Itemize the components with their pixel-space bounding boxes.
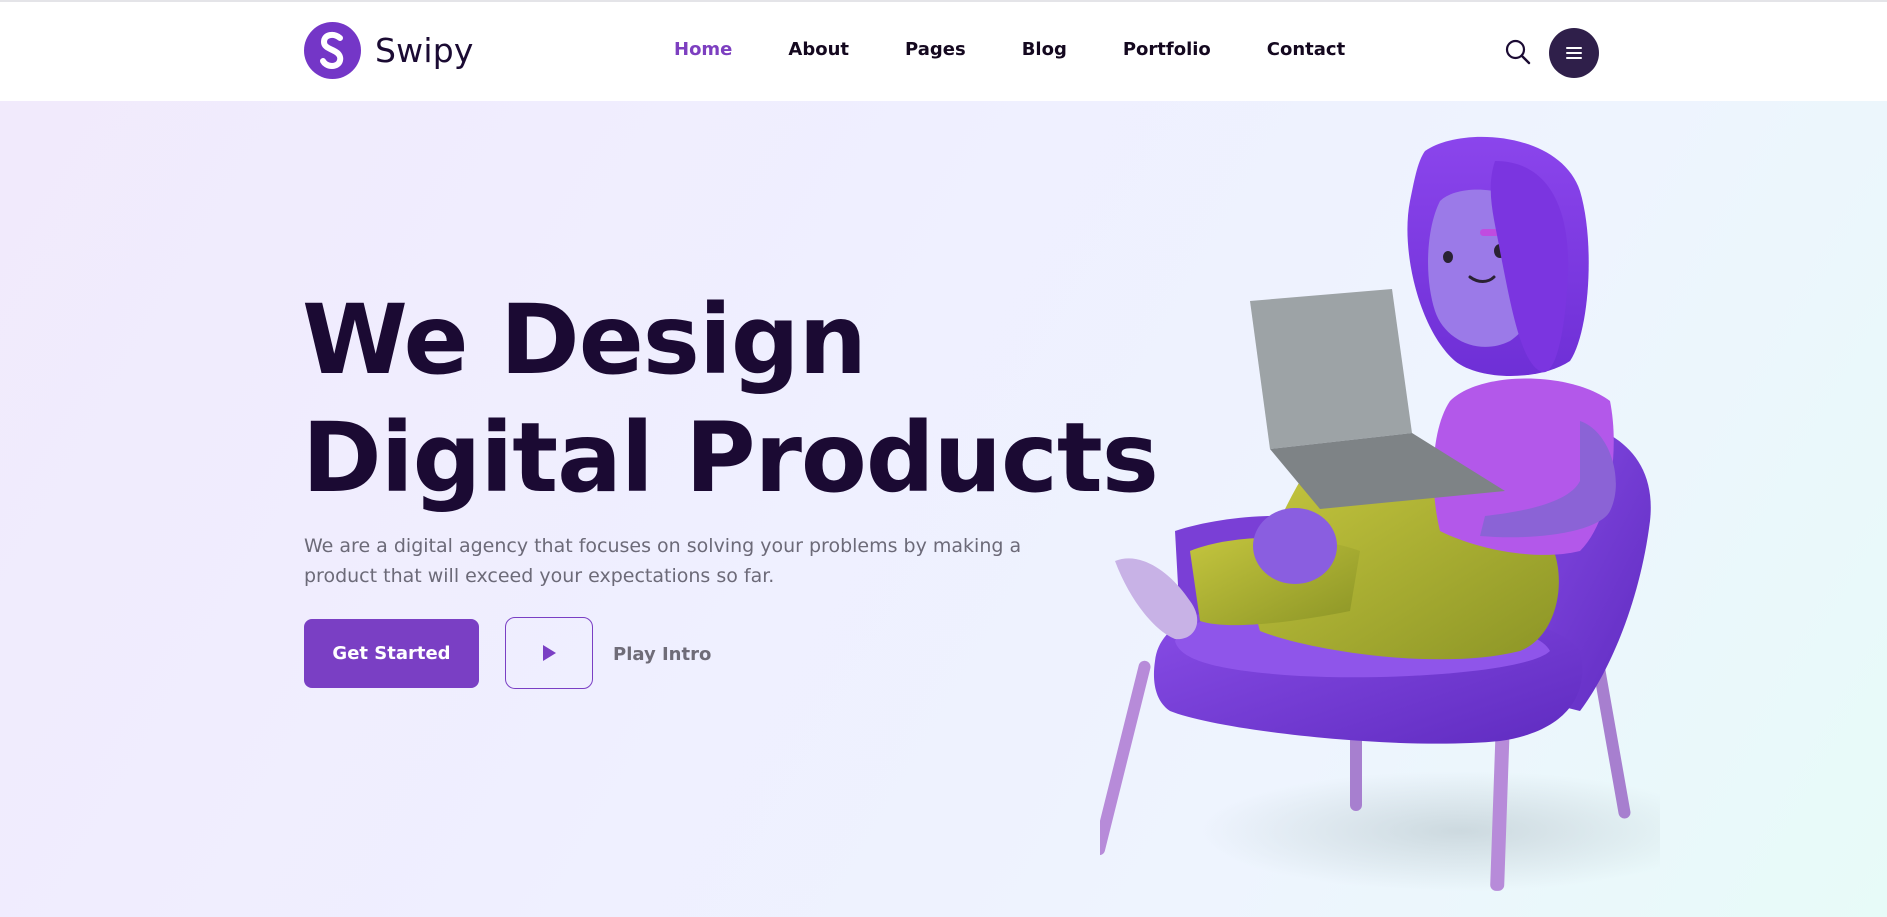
play-intro-label[interactable]: Play Intro <box>613 644 711 665</box>
brand-name: Swipy <box>375 31 474 70</box>
brand-logo[interactable]: Swipy <box>304 22 474 79</box>
play-intro-button[interactable] <box>505 617 593 689</box>
site-header: Swipy Home About Pages Blog Portfolio Co… <box>0 2 1887 101</box>
nav-item-pages[interactable]: Pages <box>905 39 966 60</box>
3d-girl-with-laptop-illustration <box>1093 131 1720 917</box>
search-icon[interactable] <box>1504 38 1532 66</box>
hero-title-line-2: Digital Products <box>302 402 1159 514</box>
hero-description: We are a digital agency that focuses on … <box>304 535 1022 587</box>
main-nav: Home About Pages Blog Portfolio Contact <box>674 39 1401 60</box>
hero-section: We Design Digital Products We are a digi… <box>0 101 1887 917</box>
play-icon <box>543 645 556 661</box>
hamburger-menu-icon <box>1566 47 1582 59</box>
swipy-s-logo-icon <box>304 22 361 79</box>
hero-title-line-1: We Design <box>302 284 867 396</box>
nav-item-home[interactable]: Home <box>674 39 732 60</box>
get-started-button[interactable]: Get Started <box>304 619 479 688</box>
nav-item-blog[interactable]: Blog <box>1022 39 1067 60</box>
menu-button[interactable] <box>1549 28 1599 78</box>
nav-item-about[interactable]: About <box>788 39 849 60</box>
nav-item-contact[interactable]: Contact <box>1267 39 1345 60</box>
nav-item-portfolio[interactable]: Portfolio <box>1123 39 1211 60</box>
hero-title: We Design Digital Products <box>302 281 1159 517</box>
